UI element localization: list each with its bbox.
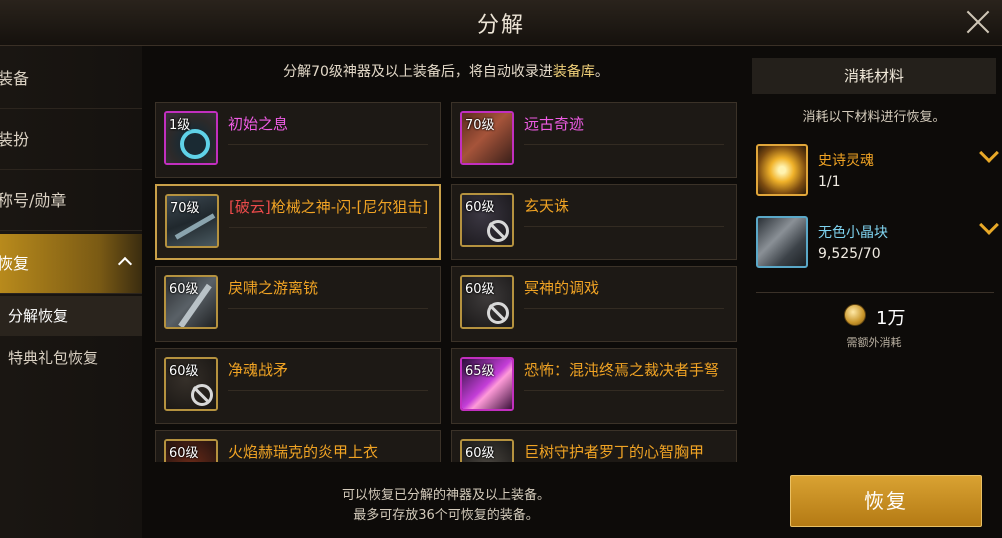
sidebar-item-title-medal[interactable]: 称号/勋章 xyxy=(0,171,142,231)
item-name: 戾啸之游离铳 xyxy=(228,279,319,297)
item-card[interactable]: 60级 火焰赫瑞克的炎甲上衣 xyxy=(155,430,441,462)
item-icon: 70级 xyxy=(165,194,219,248)
material-epic-soul[interactable]: 史诗灵魂 1/1 xyxy=(756,143,999,202)
cost-label: 需额外消耗 xyxy=(846,336,902,349)
unavailable-icon xyxy=(487,220,509,242)
item-icon: 1级 xyxy=(164,111,218,165)
unavailable-icon xyxy=(487,302,509,324)
item-icon: 60级 xyxy=(164,275,218,329)
notice-text: 分解70级神器及以上装备后，将自动收录进装备库。 xyxy=(283,64,609,80)
item-name: 初始之息 xyxy=(228,115,289,133)
item-card[interactable]: 60级 戾啸之游离铳 xyxy=(155,266,441,342)
item-name: 冥神的调戏 xyxy=(524,279,600,297)
item-icon: 70级 xyxy=(460,111,514,165)
sidebar-subitem-disassemble-restore[interactable]: 分解恢复 xyxy=(0,296,142,336)
sidebar-item-label: 称号/勋章 xyxy=(0,191,67,210)
material-count: 9,525/70 xyxy=(818,246,881,262)
footer-info: 可以恢复已分解的神器及以上装备。 最多可存放36个可恢复的装备。 xyxy=(148,486,744,526)
sidebar-item-equipment[interactable]: 装备 xyxy=(0,49,142,109)
item-icon: 60级 xyxy=(460,275,514,329)
item-card[interactable]: 65级 恐怖：混沌终焉之裁决者手弩 xyxy=(451,348,737,424)
item-icon: 60级 xyxy=(460,439,514,462)
item-card[interactable]: 1级 初始之息 xyxy=(155,102,441,178)
restore-button[interactable]: 恢复 xyxy=(790,475,982,527)
materials-panel: 消耗材料 消耗以下材料进行恢复。 史诗灵魂 1/1 无色小晶块 9,525/70… xyxy=(752,58,999,358)
material-name: 无色小晶块 xyxy=(818,225,888,241)
sidebar-item-label: 恢复 xyxy=(0,254,30,273)
item-name: 净魂战矛 xyxy=(228,361,289,379)
item-card[interactable]: 60级 冥神的调戏 xyxy=(451,266,737,342)
sidebar-subitem-package-restore[interactable]: 特典礼包恢复 xyxy=(0,338,142,378)
materials-header: 消耗材料 xyxy=(752,58,996,94)
unavailable-icon xyxy=(191,384,213,406)
chevron-down-icon[interactable] xyxy=(979,215,999,235)
item-name: [破云]枪械之神-闪-[尼尔狙击] xyxy=(229,198,429,216)
item-name: 玄天诛 xyxy=(524,197,570,215)
epic-soul-icon xyxy=(756,144,808,196)
item-card[interactable]: 60级 玄天诛 xyxy=(451,184,737,260)
item-name: 巨树守护者罗丁的心智胸甲 xyxy=(524,443,705,461)
notice-highlight: 装备库 xyxy=(552,64,595,80)
item-icon: 60级 xyxy=(164,439,218,462)
material-count: 1/1 xyxy=(818,174,841,190)
material-colorless-crystal[interactable]: 无色小晶块 9,525/70 xyxy=(756,215,999,274)
sidebar: 装备 装扮 称号/勋章 恢复 分解恢复 特典礼包恢复 xyxy=(0,46,142,538)
item-card[interactable]: 70级 远古奇迹 xyxy=(451,102,737,178)
main-area: 分解70级神器及以上装备后，将自动收录进装备库。 1级 初始之息 70级 远古奇… xyxy=(148,46,744,538)
footer-line-2: 最多可存放36个可恢复的装备。 xyxy=(353,508,539,523)
colorless-crystal-icon xyxy=(756,216,808,268)
item-name: 火焰赫瑞克的炎甲上衣 xyxy=(228,443,379,461)
item-name: 恐怖：混沌终焉之裁决者手弩 xyxy=(524,361,720,379)
close-icon[interactable] xyxy=(962,6,994,38)
footer-line-1: 可以恢复已分解的神器及以上装备。 xyxy=(341,488,550,503)
material-name: 史诗灵魂 xyxy=(818,153,874,169)
sidebar-item-label: 装扮 xyxy=(0,130,30,149)
item-grid[interactable]: 1级 初始之息 70级 远古奇迹 70级 [破云]枪械之神-闪-[尼尔狙击] 6… xyxy=(155,102,739,462)
materials-subtitle: 消耗以下材料进行恢复。 xyxy=(802,110,946,125)
title-bar: 分解 xyxy=(0,0,1002,46)
item-card[interactable]: 60级 净魂战矛 xyxy=(155,348,441,424)
item-icon: 60级 xyxy=(164,357,218,411)
cost-amount: 1万 xyxy=(876,308,906,329)
item-icon: 65级 xyxy=(460,357,514,411)
gold-coin-icon xyxy=(844,304,866,326)
sidebar-item-restore[interactable]: 恢复 xyxy=(0,234,142,294)
item-icon: 60级 xyxy=(460,193,514,247)
window-title: 分解 xyxy=(476,13,525,38)
chevron-up-icon xyxy=(117,256,133,272)
sidebar-item-avatar[interactable]: 装扮 xyxy=(0,110,142,170)
chevron-down-icon[interactable] xyxy=(979,143,999,163)
item-card[interactable]: 60级 巨树守护者罗丁的心智胸甲 xyxy=(451,430,737,462)
item-name: 远古奇迹 xyxy=(524,115,585,133)
sidebar-item-label: 装备 xyxy=(0,69,30,88)
item-card-selected[interactable]: 70级 [破云]枪械之神-闪-[尼尔狙击] xyxy=(155,184,441,260)
